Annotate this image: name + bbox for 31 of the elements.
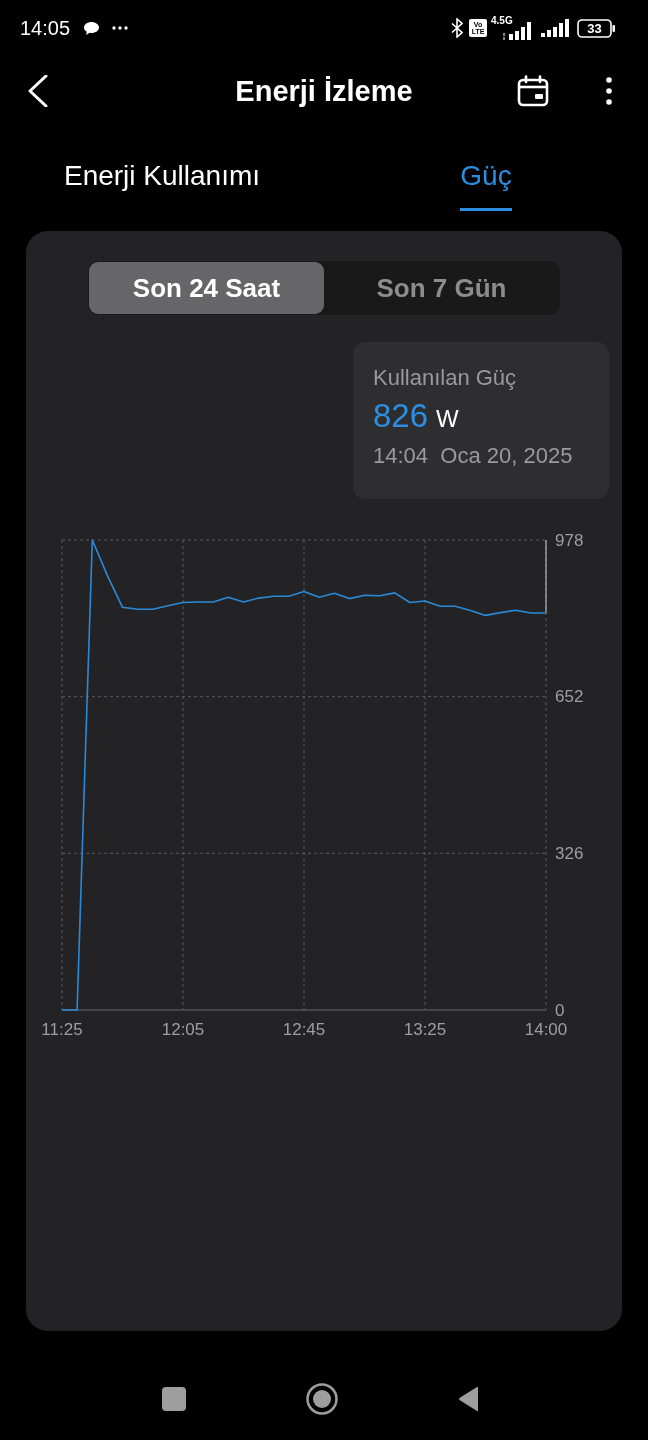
page-title: Enerji İzleme [235,74,413,108]
back-nav-icon[interactable] [458,1386,480,1412]
bluetooth-icon [451,18,463,38]
network-type: 4.5G [491,16,513,26]
range-option[interactable]: Son 24 Saat [89,262,324,314]
tooltip-timestamp: 14:04 Oca 20, 2025 [373,443,573,469]
back-icon[interactable] [28,75,48,107]
x-axis-label: 14:00 [524,1019,568,1039]
y-axis-label: 326 [555,843,584,863]
x-axis-label: 11:25 [41,1019,83,1039]
x-axis-label: 13:25 [403,1019,447,1039]
y-axis-label: 0 [555,1000,565,1020]
home-icon[interactable] [306,1383,338,1415]
chat-bubble-icon [83,20,101,36]
x-axis-label: 12:45 [282,1019,326,1039]
tab[interactable]: Güç [460,159,512,211]
dots-icon [112,26,129,30]
tooltip-unit: W [436,405,459,433]
signal-icon [541,19,569,37]
more-options-icon[interactable] [606,77,612,105]
y-axis-label: 652 [555,687,584,707]
signal-icon [503,22,533,40]
range-option[interactable]: Son 7 Gün [324,262,559,314]
tooltip-label: Kullanılan Güç [373,365,517,391]
tooltip-value: 826 [373,397,429,435]
battery-indicator: 33 [577,18,616,38]
tab[interactable]: Enerji Kullanımı [63,159,261,211]
status-time: 14:05 [20,16,71,40]
calendar-icon[interactable] [517,75,549,107]
x-axis-label: 12:05 [161,1019,205,1039]
y-axis-label: 978 [555,530,584,550]
